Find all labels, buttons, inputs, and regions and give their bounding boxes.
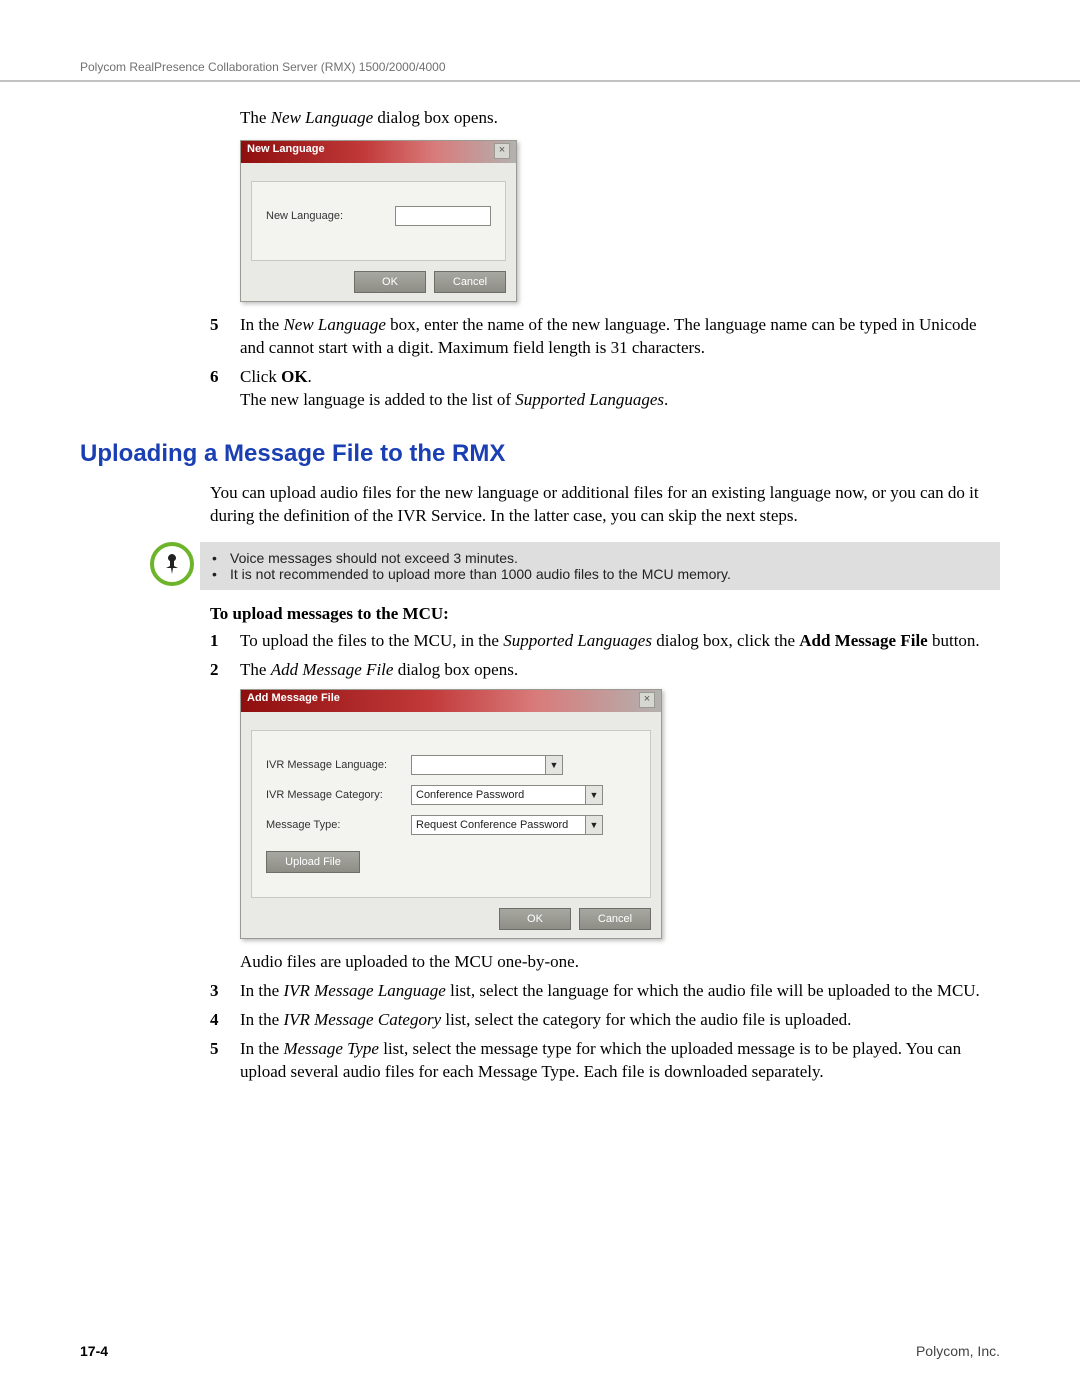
note-line-1: Voice messages should not exceed 3 minut…	[230, 550, 518, 566]
step-body: In the IVR Message Language list, select…	[240, 980, 1000, 1003]
dialog-buttons: OK Cancel	[241, 908, 661, 938]
upload-file-button[interactable]: Upload File	[266, 851, 360, 873]
text: In the	[240, 1010, 283, 1029]
chevron-down-icon[interactable]: ▼	[545, 756, 562, 774]
step-number: 4	[210, 1009, 240, 1032]
text: Click	[240, 367, 281, 386]
chevron-down-icon[interactable]: ▼	[585, 786, 602, 804]
text-italic: IVR Message Category	[283, 1010, 441, 1029]
text-italic: IVR Message Language	[283, 981, 445, 1000]
text: To upload the files to the MCU, in the	[240, 631, 503, 650]
upload-step-3: 3 In the IVR Message Language list, sele…	[210, 980, 1000, 1003]
dialog-buttons: OK Cancel	[241, 271, 516, 301]
ivr-category-select[interactable]: Conference Password ▼	[411, 785, 603, 805]
pin-icon	[150, 542, 194, 586]
close-icon[interactable]: ×	[639, 692, 655, 708]
header-title: Polycom RealPresence Collaboration Serve…	[80, 60, 446, 74]
cancel-button[interactable]: Cancel	[579, 908, 651, 930]
combo-value: Request Conference Password	[412, 819, 585, 831]
text: The	[240, 108, 271, 127]
message-type-select[interactable]: Request Conference Password ▼	[411, 815, 603, 835]
upload-step-5: 5 In the Message Type list, select the m…	[210, 1038, 1000, 1084]
text-italic: Add Message File	[271, 660, 394, 679]
combo-value: Conference Password	[412, 789, 585, 801]
note-block: •Voice messages should not exceed 3 minu…	[150, 542, 1000, 590]
new-language-dialog: New Language × New Language: OK Cancel	[240, 140, 517, 302]
footer-company: Polycom, Inc.	[916, 1343, 1000, 1359]
text: dialog box, click the	[652, 631, 799, 650]
dialog-title: Add Message File	[247, 692, 340, 712]
bullet-dot: •	[212, 550, 230, 566]
step-number: 3	[210, 980, 240, 1003]
dialog-titlebar: Add Message File ×	[241, 690, 661, 712]
step-number: 1	[210, 630, 240, 653]
step-body: In the IVR Message Category list, select…	[240, 1009, 1000, 1032]
new-language-label: New Language:	[266, 210, 395, 222]
ivr-language-label: IVR Message Language:	[266, 759, 411, 771]
text-italic: Supported Languages	[503, 631, 652, 650]
chevron-down-icon[interactable]: ▼	[585, 816, 602, 834]
close-icon[interactable]: ×	[494, 143, 510, 159]
upload-step-2: 2 The Add Message File dialog box opens.	[210, 659, 1000, 682]
step-body: To upload the files to the MCU, in the S…	[240, 630, 1000, 653]
page-footer: 17-4 Polycom, Inc.	[0, 1343, 1080, 1359]
ivr-language-select[interactable]: ▼	[411, 755, 563, 775]
dialog-body: New Language:	[251, 181, 506, 261]
note-line-2: It is not recommended to upload more tha…	[230, 566, 731, 582]
text-italic: New Language	[271, 108, 373, 127]
step-number: 6	[210, 366, 240, 412]
step-number: 5	[210, 314, 240, 360]
text: In the	[240, 981, 283, 1000]
step-5: 5 In the New Language box, enter the nam…	[210, 314, 1000, 360]
text: dialog box opens.	[373, 108, 498, 127]
note-body: •Voice messages should not exceed 3 minu…	[200, 542, 1000, 590]
dialog-body: IVR Message Language: ▼ IVR Message Cate…	[251, 730, 651, 898]
step-body: In the New Language box, enter the name …	[240, 314, 1000, 360]
section-heading: Uploading a Message File to the RMX	[80, 440, 1000, 468]
add-message-file-dialog: Add Message File × IVR Message Language:…	[240, 689, 662, 939]
text: .	[664, 390, 668, 409]
dialog-titlebar: New Language ×	[241, 141, 516, 163]
text: button.	[928, 631, 980, 650]
ok-button[interactable]: OK	[499, 908, 571, 930]
new-language-input[interactable]	[395, 206, 491, 226]
upload-step-4: 4 In the IVR Message Category list, sele…	[210, 1009, 1000, 1032]
step-2-after: Audio files are uploaded to the MCU one-…	[240, 951, 1000, 974]
text: dialog box opens.	[393, 660, 518, 679]
step-body: Click OK. The new language is added to t…	[240, 366, 1000, 412]
page-content: The New Language dialog box opens. New L…	[0, 82, 1080, 1084]
ok-button[interactable]: OK	[354, 271, 426, 293]
text-bold: OK	[281, 367, 307, 386]
message-type-label: Message Type:	[266, 819, 411, 831]
text-italic: Supported Languages	[515, 390, 664, 409]
page-number: 17-4	[80, 1343, 108, 1359]
text: In the	[240, 315, 283, 334]
text: list, select the category for which the …	[441, 1010, 851, 1029]
bullet-dot: •	[212, 566, 230, 582]
step-6: 6 Click OK. The new language is added to…	[210, 366, 1000, 412]
text: The	[240, 660, 271, 679]
text-bold: Add Message File	[799, 631, 927, 650]
sub-heading: To upload messages to the MCU:	[210, 604, 1000, 624]
page-header: Polycom RealPresence Collaboration Serve…	[0, 60, 1080, 82]
intro-line: The New Language dialog box opens.	[240, 107, 1000, 130]
text: .	[308, 367, 312, 386]
page: Polycom RealPresence Collaboration Serve…	[0, 0, 1080, 1397]
ivr-category-label: IVR Message Category:	[266, 789, 411, 801]
step-body: In the Message Type list, select the mes…	[240, 1038, 1000, 1084]
dialog-title: New Language	[247, 143, 325, 163]
cancel-button[interactable]: Cancel	[434, 271, 506, 293]
step-number: 2	[210, 659, 240, 682]
text: The new language is added to the list of	[240, 390, 515, 409]
text-italic: New Language	[283, 315, 385, 334]
text: list, select the language for which the …	[446, 981, 980, 1000]
note-icon-wrap	[150, 542, 200, 586]
text: In the	[240, 1039, 283, 1058]
step-number: 5	[210, 1038, 240, 1084]
section-intro: You can upload audio files for the new l…	[210, 482, 1000, 528]
upload-step-1: 1 To upload the files to the MCU, in the…	[210, 630, 1000, 653]
step-body: The Add Message File dialog box opens.	[240, 659, 1000, 682]
text-italic: Message Type	[283, 1039, 379, 1058]
